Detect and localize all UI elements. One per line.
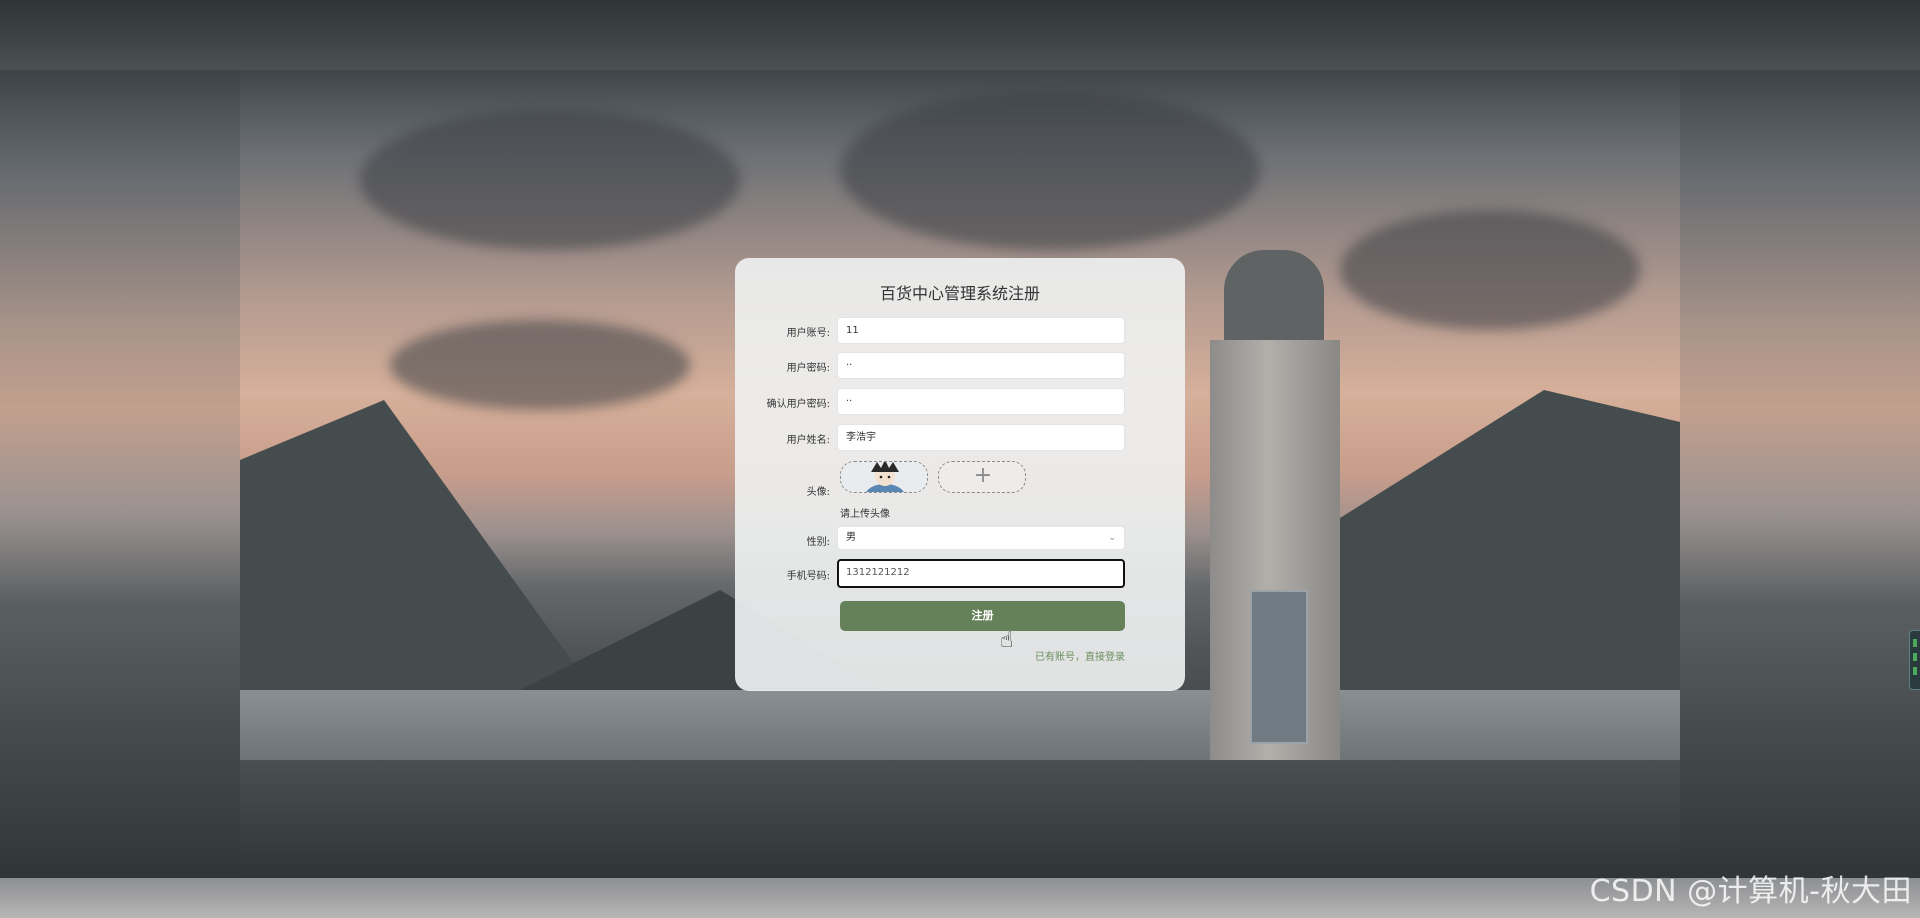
background-tile-right bbox=[1680, 70, 1920, 878]
background-tile-left bbox=[0, 70, 240, 878]
lighthouse-lantern bbox=[1224, 250, 1324, 340]
mountain-right bbox=[1340, 390, 1680, 710]
widget-bar bbox=[1913, 667, 1917, 675]
account-input[interactable]: 11 bbox=[837, 317, 1125, 344]
hand-cursor-icon: ☝ bbox=[1000, 628, 1014, 653]
confirm-password-input[interactable]: ·· bbox=[837, 388, 1125, 415]
avatar-preview[interactable] bbox=[840, 461, 928, 493]
phone-input[interactable]: 1312121212 bbox=[837, 559, 1125, 588]
confirm-password-label: 确认用户密码: bbox=[766, 399, 830, 410]
gender-value: 男 bbox=[846, 532, 856, 543]
account-label: 用户账号: bbox=[786, 328, 830, 339]
form-title: 百货中心管理系统注册 bbox=[879, 284, 1040, 303]
password-label: 用户密码: bbox=[786, 363, 830, 374]
name-input[interactable]: 李浩宇 bbox=[837, 424, 1125, 451]
lighthouse-door bbox=[1250, 590, 1308, 744]
chevron-down-icon: ⌄ bbox=[1108, 533, 1116, 543]
cloud bbox=[360, 110, 740, 250]
register-card: 百货中心管理系统注册 用户账号: 11 用户密码: ·· 确认用户密码: ·· … bbox=[735, 258, 1185, 691]
background-top-strip bbox=[0, 0, 1920, 70]
name-label: 用户姓名: bbox=[786, 435, 830, 446]
gender-select[interactable]: 男 ⌄ bbox=[837, 526, 1125, 550]
sea bbox=[240, 690, 1680, 760]
rocks bbox=[240, 760, 1680, 878]
phone-label: 手机号码: bbox=[786, 571, 830, 582]
avatar-upload-button[interactable]: + bbox=[938, 461, 1026, 493]
cloud bbox=[390, 320, 690, 410]
avatar-image bbox=[841, 462, 927, 492]
watermark: CSDN @计算机-秋大田 bbox=[1589, 874, 1912, 909]
gender-label: 性别: bbox=[806, 537, 830, 548]
side-widget[interactable] bbox=[1909, 630, 1920, 690]
avatar-label: 头像: bbox=[806, 487, 830, 498]
register-button[interactable]: 注册 bbox=[840, 601, 1125, 631]
lighthouse bbox=[1190, 220, 1360, 760]
plus-icon: + bbox=[973, 463, 993, 488]
widget-bar bbox=[1913, 639, 1917, 647]
password-input[interactable]: ·· bbox=[837, 352, 1125, 379]
page: 百货中心管理系统注册 用户账号: 11 用户密码: ·· 确认用户密码: ·· … bbox=[0, 0, 1920, 918]
mountain-left bbox=[240, 400, 600, 700]
cloud bbox=[1340, 210, 1640, 330]
widget-bar bbox=[1913, 653, 1917, 661]
avatar-hint: 请上传头像 bbox=[840, 509, 890, 520]
login-link[interactable]: 已有账号，直接登录 bbox=[1035, 648, 1125, 663]
